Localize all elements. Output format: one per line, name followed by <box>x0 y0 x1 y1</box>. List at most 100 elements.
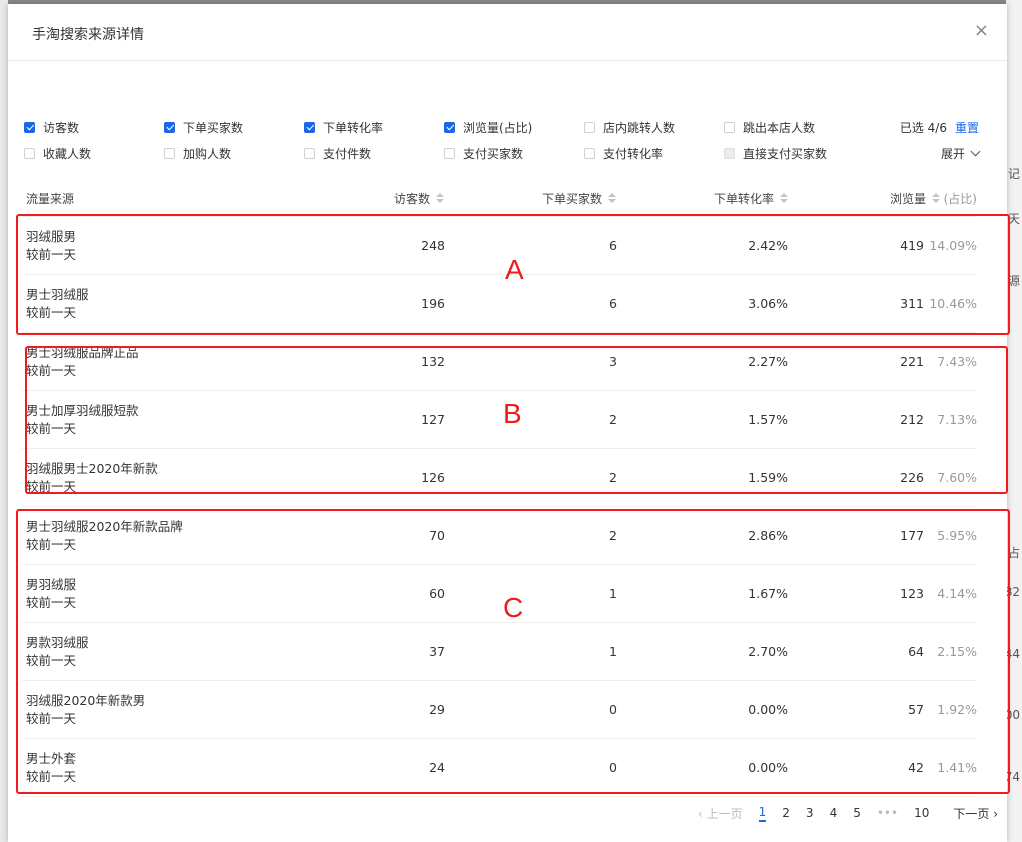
conversion-cell: 0.00% <box>748 702 788 717</box>
page-1[interactable]: 1 <box>758 805 767 822</box>
header-buyers[interactable]: 下单买家数 <box>542 180 616 216</box>
share-cell: 14.09% <box>929 238 977 253</box>
filter-option[interactable]: 访客数 <box>24 114 79 140</box>
close-icon[interactable]: × <box>974 20 989 42</box>
share-cell: 1.92% <box>937 702 977 717</box>
buyers-cell: 1 <box>609 586 617 601</box>
header-visitors-label: 访客数 <box>393 191 430 206</box>
header-visitors[interactable]: 访客数 <box>394 180 444 216</box>
background-page-left <box>0 0 8 842</box>
page-10[interactable]: 10 <box>914 806 929 820</box>
page-3[interactable]: 3 <box>806 806 814 820</box>
header-share[interactable]: (占比) <box>926 180 977 216</box>
metric-filters: 已选 4/6 重置 访客数 下单买家数 下单转化率 浏览量(占比) 店内跳转人数 跳出本店… <box>24 114 981 166</box>
keyword-text: 羽绒服男士2020年新款 <box>26 461 158 476</box>
checkbox-icon[interactable] <box>584 121 595 133</box>
table-row: 男士外套 较前一天 24 0 0.00% 42 1.41% <box>22 739 977 797</box>
buyers-cell: 2 <box>609 528 617 543</box>
annotation-label-c: C <box>503 592 524 623</box>
header-buyers-label: 下单买家数 <box>541 191 602 206</box>
sort-icon[interactable] <box>780 193 788 203</box>
share-cell: 5.95% <box>937 528 977 543</box>
keyword-cell: 男士加厚羽绒服短款 较前一天 <box>26 402 139 438</box>
keyword-cell: 男羽绒服 较前一天 <box>26 576 76 612</box>
filter-option[interactable]: 下单转化率 <box>304 114 383 140</box>
buyers-cell: 2 <box>609 470 617 485</box>
conversion-cell: 1.59% <box>748 470 788 485</box>
filter-option[interactable]: 店内跳转人数 <box>584 114 675 140</box>
pageviews-cell: 177 <box>900 528 924 543</box>
pagination-ellipsis[interactable]: ••• <box>877 806 898 820</box>
checkbox-checked-icon[interactable] <box>444 121 455 133</box>
visitors-cell: 248 <box>421 238 445 253</box>
background-text: 记 <box>1007 167 1020 181</box>
filter-option[interactable]: 收藏人数 <box>24 140 91 166</box>
pagination: ‹ 上一页 1 2 3 4 5 ••• 10 下一页 › <box>682 802 998 824</box>
filter-option-label: 收藏人数 <box>43 146 92 161</box>
filter-option[interactable]: 支付件数 <box>304 140 371 166</box>
selected-count: 已选 4/6 重置 <box>900 114 979 140</box>
pageviews-cell: 42 <box>908 760 924 775</box>
filter-option[interactable]: 加购人数 <box>164 140 231 166</box>
next-page-button[interactable]: 下一页 › <box>953 805 998 822</box>
filter-option[interactable]: 下单买家数 <box>164 114 243 140</box>
page-5[interactable]: 5 <box>853 806 861 820</box>
header-pageviews[interactable]: 浏览量 <box>890 180 926 216</box>
annotation-label-b: B <box>503 398 522 429</box>
filter-option-label: 直接支付买家数 <box>743 146 828 161</box>
sort-icon[interactable] <box>931 193 940 203</box>
keyword-cell: 男士外套 较前一天 <box>26 750 76 786</box>
compare-label: 较前一天 <box>26 711 77 726</box>
compare-label: 较前一天 <box>26 305 77 320</box>
filter-option-label: 浏览量(占比) <box>463 120 533 135</box>
header-conversion-label: 下单转化率 <box>713 191 774 206</box>
filter-option[interactable]: 支付买家数 <box>444 140 523 166</box>
filter-option-label: 店内跳转人数 <box>603 120 676 135</box>
checkbox-icon[interactable] <box>24 147 35 159</box>
keyword-cell: 男士羽绒服品牌正品 较前一天 <box>26 344 139 380</box>
header-pageviews-label: 浏览量 <box>889 191 926 206</box>
filter-option[interactable]: 浏览量(占比) <box>444 114 532 140</box>
checkbox-checked-icon[interactable] <box>304 121 315 133</box>
filter-option[interactable]: 支付转化率 <box>584 140 663 166</box>
conversion-cell: 3.06% <box>748 296 788 311</box>
visitors-cell: 37 <box>429 644 445 659</box>
checkbox-icon[interactable] <box>164 147 175 159</box>
prev-page-button[interactable]: ‹ 上一页 <box>698 805 743 822</box>
share-cell: 1.41% <box>937 760 977 775</box>
pageviews-cell: 311 <box>900 296 924 311</box>
keyword-cell: 男款羽绒服 较前一天 <box>26 634 89 670</box>
share-cell: 4.14% <box>937 586 977 601</box>
keyword-cell: 男士羽绒服2020年新款品牌 较前一天 <box>26 518 183 554</box>
visitors-cell: 132 <box>421 354 445 369</box>
table-row: 男士加厚羽绒服短款 较前一天 127 2 1.57% 212 7.13% <box>22 391 977 449</box>
checkbox-icon[interactable] <box>584 147 595 159</box>
table-row: 羽绒服2020年新款男 较前一天 29 0 0.00% 57 1.92% <box>22 681 977 739</box>
page-2[interactable]: 2 <box>782 806 790 820</box>
sort-icon[interactable] <box>436 193 444 203</box>
checkbox-checked-icon[interactable] <box>164 121 175 133</box>
page-4[interactable]: 4 <box>830 806 838 820</box>
filter-option-label: 下单转化率 <box>323 120 384 135</box>
reset-link[interactable]: 重置 <box>955 119 979 136</box>
chevron-down-icon <box>970 146 981 156</box>
table-row: 男士羽绒服 较前一天 196 6 3.06% 311 10.46% <box>22 275 977 333</box>
expand-button[interactable]: 展开 <box>941 140 981 166</box>
conversion-cell: 1.57% <box>748 412 788 427</box>
checkbox-icon[interactable] <box>304 147 315 159</box>
checkbox-icon[interactable] <box>444 147 455 159</box>
keyword-cell: 羽绒服男士2020年新款 较前一天 <box>26 460 158 496</box>
checkbox-checked-icon[interactable] <box>24 121 35 133</box>
visitors-cell: 126 <box>421 470 445 485</box>
compare-label: 较前一天 <box>26 653 77 668</box>
checkbox-icon[interactable] <box>724 121 735 133</box>
keyword-text: 男士外套 <box>26 751 77 766</box>
filter-option[interactable]: 跳出本店人数 <box>724 114 815 140</box>
keyword-text: 男士羽绒服品牌正品 <box>26 345 139 360</box>
buyers-cell: 3 <box>609 354 617 369</box>
modal-header: 手淘搜索来源详情 × <box>8 4 1007 61</box>
header-conversion[interactable]: 下单转化率 <box>714 180 788 216</box>
visitors-cell: 24 <box>429 760 445 775</box>
share-cell: 7.43% <box>937 354 977 369</box>
sort-icon[interactable] <box>608 193 616 203</box>
